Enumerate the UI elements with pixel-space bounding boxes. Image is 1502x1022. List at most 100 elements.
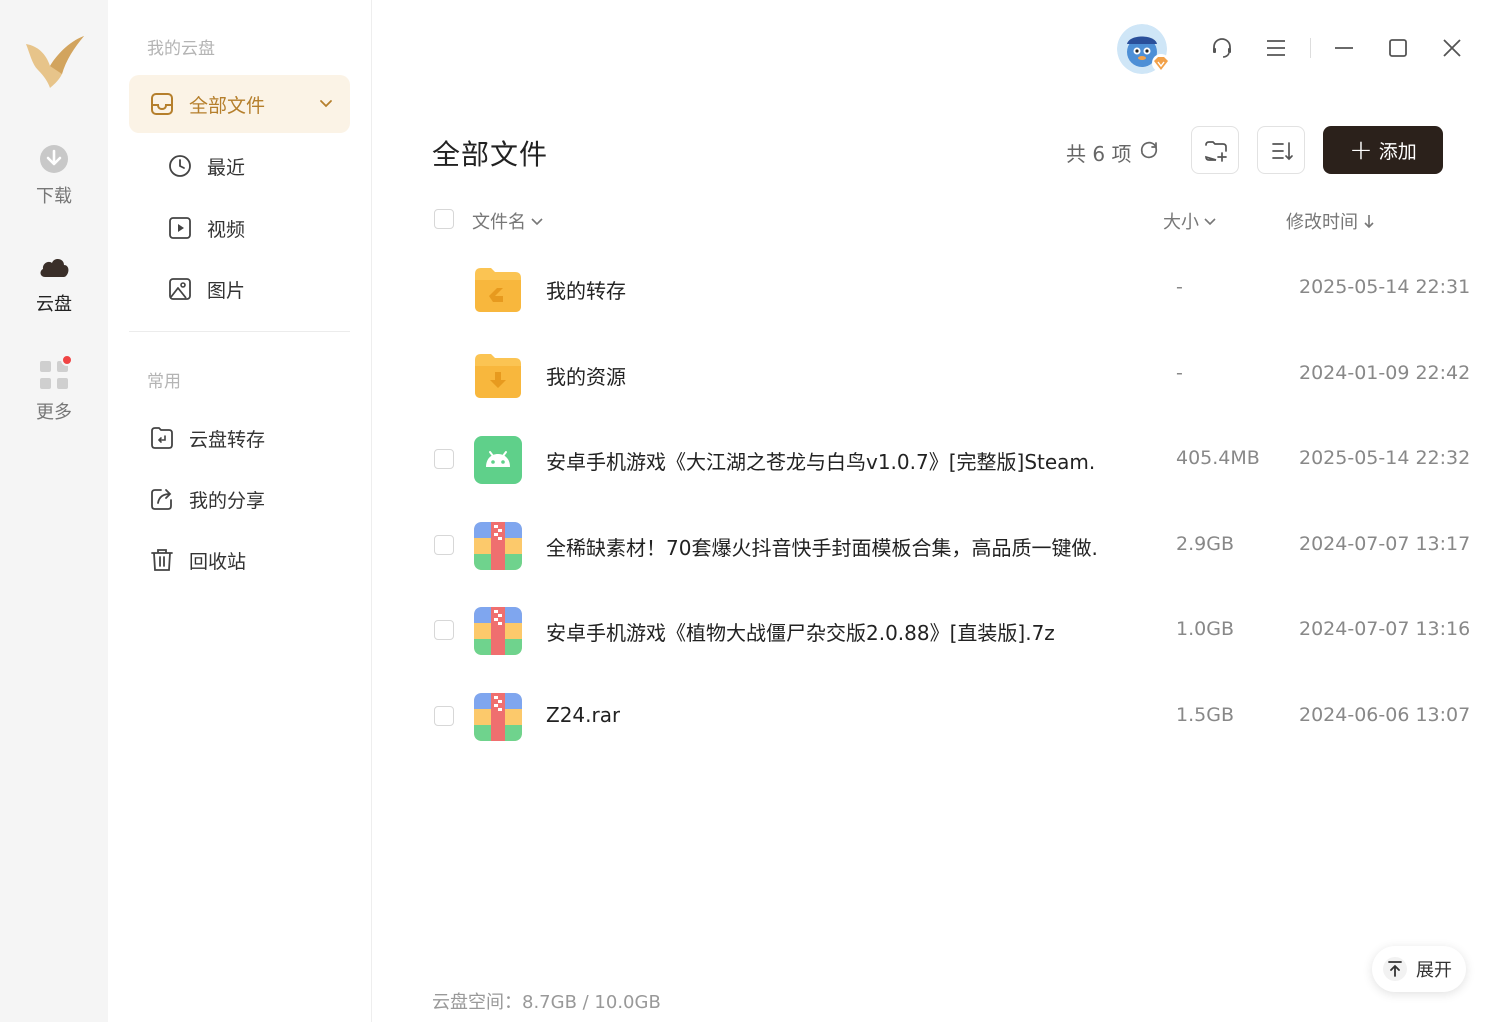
row-checkbox[interactable] (434, 620, 454, 640)
notification-dot (61, 354, 73, 366)
add-button-label: 添加 (1378, 140, 1417, 163)
column-header-name[interactable]: 文件名 (472, 208, 544, 234)
column-header-modified[interactable]: 修改时间 (1286, 208, 1376, 234)
upload-arrow-icon (1383, 957, 1407, 981)
section-heading-my-drive: 我的云盘 (147, 39, 215, 59)
file-modified: 2024-07-07 13:17 (1299, 533, 1471, 555)
image-icon (169, 278, 191, 300)
file-size: 2.9GB (1176, 533, 1234, 555)
rail-item-download[interactable]: 下载 (0, 142, 108, 208)
file-name[interactable]: 全稀缺素材！70套爆火抖音快手封面模板合集，高品质一键做... (546, 532, 1096, 561)
column-header-size[interactable]: 大小 (1163, 208, 1217, 234)
file-size: 1.5GB (1176, 704, 1234, 726)
file-name[interactable]: 我的资源 (546, 361, 626, 390)
expand-button[interactable]: 展开 (1372, 946, 1466, 992)
minimize-icon[interactable] (1332, 36, 1356, 60)
file-row[interactable]: 安卓手机游戏《植物大战僵尸杂交版2.0.88》[直装版].7z 1.0GB 20… (420, 587, 1480, 673)
share-icon (151, 489, 172, 510)
app-rail: 下载 云盘 更多 (0, 0, 108, 1022)
vip-badge-icon (1152, 54, 1170, 72)
folder-transfer-icon (151, 427, 173, 449)
column-header-label: 修改时间 (1286, 212, 1358, 233)
row-checkbox[interactable] (434, 449, 454, 469)
sidebar-item-cloud-transfer[interactable]: 云盘转存 (129, 409, 350, 467)
file-name[interactable]: Z24.rar (546, 703, 620, 727)
archive-zip-icon (474, 522, 522, 570)
item-count: 共 6 项 (1066, 142, 1132, 166)
file-size: - (1176, 276, 1183, 298)
arrow-down-icon (1364, 215, 1374, 228)
file-modified: 2024-07-07 13:16 (1299, 618, 1471, 640)
sidebar-item-video[interactable]: 视频 (129, 199, 350, 257)
maximize-icon[interactable] (1386, 36, 1410, 60)
column-header-label: 大小 (1163, 212, 1199, 233)
trash-icon (151, 549, 173, 571)
sidebar-item-label: 云盘转存 (189, 428, 266, 451)
file-size: 405.4MB (1176, 447, 1260, 469)
file-row[interactable]: 我的转存 - 2025-05-14 22:31 (420, 245, 1480, 331)
file-row[interactable]: Z24.rar 1.5GB 2024-06-06 13:07 (420, 673, 1480, 759)
sort-button[interactable] (1257, 126, 1305, 174)
inbox-icon (151, 93, 173, 115)
plus-icon: + (1349, 133, 1373, 166)
row-checkbox[interactable] (434, 535, 454, 555)
chevron-down-icon (1204, 218, 1216, 226)
sidebar-item-label: 回收站 (189, 550, 247, 573)
file-modified: 2024-06-06 13:07 (1299, 704, 1471, 726)
file-modified: 2025-05-14 22:32 (1299, 447, 1471, 469)
chevron-down-icon (531, 218, 543, 226)
file-name[interactable]: 安卓手机游戏《大江湖之苍龙与白鸟v1.0.7》[完整版]Steam... (546, 446, 1096, 475)
rail-item-label: 下载 (36, 186, 72, 207)
storage-usage: 云盘空间：8.7GB / 10.0GB (432, 992, 661, 1013)
archive-zip-icon (474, 693, 522, 741)
cloud-icon (40, 259, 69, 277)
toolbar-separator (1310, 38, 1311, 58)
sidebar-item-label: 视频 (207, 218, 246, 241)
close-icon[interactable] (1440, 36, 1464, 60)
file-name[interactable]: 安卓手机游戏《植物大战僵尸杂交版2.0.88》[直装版].7z (546, 617, 1055, 646)
file-row[interactable]: 我的资源 - 2024-01-09 22:42 (420, 331, 1480, 417)
sidebar-item-images[interactable]: 图片 (129, 260, 350, 318)
video-icon (169, 217, 191, 239)
chevron-down-icon[interactable] (318, 95, 334, 111)
select-all-checkbox[interactable] (434, 209, 454, 229)
android-app-icon (474, 436, 522, 484)
sidebar-divider (129, 331, 350, 332)
sort-list-icon (1272, 142, 1293, 161)
sidebar-item-recent[interactable]: 最近 (129, 137, 350, 195)
rail-item-more[interactable]: 更多 (0, 358, 108, 424)
menu-icon[interactable] (1264, 36, 1288, 60)
row-checkbox[interactable] (434, 706, 454, 726)
file-modified: 2024-01-09 22:42 (1299, 362, 1471, 384)
sidebar: 我的云盘 全部文件 最近 视频 图片 常用 云盘转存 我的分享 回收站 (108, 0, 372, 1022)
page-title: 全部文件 (432, 138, 549, 171)
file-row[interactable]: 安卓手机游戏《大江湖之苍龙与白鸟v1.0.7》[完整版]Steam... 405… (420, 416, 1480, 502)
add-button[interactable]: + 添加 (1323, 126, 1443, 174)
new-folder-icon (1205, 141, 1227, 162)
folder-download-icon (475, 354, 521, 398)
clock-icon (169, 155, 191, 177)
customer-service-headset-icon[interactable] (1210, 36, 1234, 60)
archive-zip-icon (474, 607, 522, 655)
rail-item-label: 云盘 (36, 294, 72, 315)
section-heading-common: 常用 (147, 372, 181, 392)
column-header-label: 文件名 (472, 212, 526, 233)
folder-transfer-icon (475, 268, 521, 312)
file-size: - (1176, 362, 1183, 384)
rail-item-label: 更多 (36, 402, 72, 423)
new-folder-button[interactable] (1191, 126, 1239, 174)
sidebar-item-recycle-bin[interactable]: 回收站 (129, 531, 350, 589)
sidebar-item-label: 我的分享 (189, 489, 266, 512)
rail-item-cloud[interactable]: 云盘 (0, 250, 108, 316)
sidebar-item-my-share[interactable]: 我的分享 (129, 470, 350, 528)
sidebar-item-label: 图片 (207, 279, 246, 302)
sidebar-item-all-files[interactable]: 全部文件 (129, 75, 350, 133)
sidebar-item-label: 最近 (207, 156, 246, 179)
refresh-icon[interactable] (1138, 139, 1160, 161)
app-logo-bird-icon (26, 36, 84, 88)
file-name[interactable]: 我的转存 (546, 275, 626, 304)
file-row[interactable]: 全稀缺素材！70套爆火抖音快手封面模板合集，高品质一键做... 2.9GB 20… (420, 502, 1480, 588)
file-size: 1.0GB (1176, 618, 1234, 640)
sidebar-item-label: 全部文件 (189, 94, 266, 117)
expand-button-label: 展开 (1416, 960, 1452, 981)
